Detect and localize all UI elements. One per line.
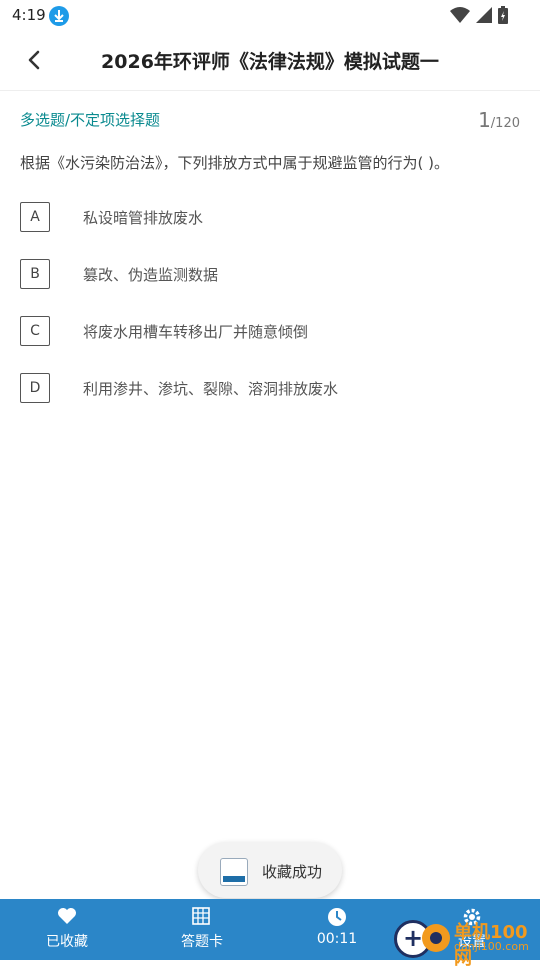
page-title: 2026年环评师《法律法规》模拟试题一 <box>101 51 439 73</box>
option-c[interactable]: C 将废水用槽车转移出厂并随意倾倒 <box>20 316 520 346</box>
question-current: 1 <box>478 108 491 132</box>
heart-icon <box>58 908 76 924</box>
option-text: 篡改、伪造监测数据 <box>83 266 219 284</box>
option-text: 将废水用槽车转移出厂并随意倾倒 <box>83 323 309 341</box>
watermark-sub: danji100.com <box>454 940 529 953</box>
status-bar: 4:19 <box>0 0 540 32</box>
favorites-label: 已收藏 <box>46 934 88 950</box>
question-type-label: 多选题/不定项选择题 <box>20 111 161 129</box>
option-letter: B <box>20 259 50 289</box>
battery-icon <box>498 6 508 24</box>
option-letter: A <box>20 202 50 232</box>
option-b[interactable]: B 篡改、伪造监测数据 <box>20 259 520 289</box>
app-logo-icon <box>220 858 248 886</box>
watermark-logo: + 单机100网 danji100.com <box>392 916 540 969</box>
toast-text: 收藏成功 <box>262 863 323 881</box>
timer-label: 00:11 <box>316 931 358 947</box>
clock-icon <box>328 908 346 926</box>
favorites-button[interactable]: 已收藏 <box>12 899 122 960</box>
option-d[interactable]: D 利用渗井、渗坑、裂隙、溶洞排放废水 <box>20 373 520 403</box>
answer-card-label: 答题卡 <box>181 934 223 950</box>
toast-message: 收藏成功 <box>198 842 342 898</box>
question-text: 根据《水污染防治法》，下列排放方式中属于规避监管的行为( )。 <box>20 154 449 172</box>
timer-button[interactable]: 00:11 <box>282 899 392 960</box>
watermark-eye-icon <box>422 924 450 952</box>
option-a[interactable]: A 私设暗管排放废水 <box>20 202 520 232</box>
question-total: /120 <box>490 116 520 131</box>
option-letter: C <box>20 316 50 346</box>
option-letter: D <box>20 373 50 403</box>
app-header: 2026年环评师《法律法规》模拟试题一 <box>0 32 540 91</box>
status-time: 4:19 <box>12 6 46 24</box>
download-icon <box>49 6 69 26</box>
grid-icon <box>192 907 210 925</box>
wifi-icon <box>450 7 470 23</box>
option-text: 私设暗管排放废水 <box>83 209 204 227</box>
question-counter: 1/120 <box>478 108 520 132</box>
signal-icon <box>476 7 492 23</box>
answer-card-button[interactable]: 答题卡 <box>147 899 257 960</box>
option-text: 利用渗井、渗坑、裂隙、溶洞排放废水 <box>83 380 339 398</box>
